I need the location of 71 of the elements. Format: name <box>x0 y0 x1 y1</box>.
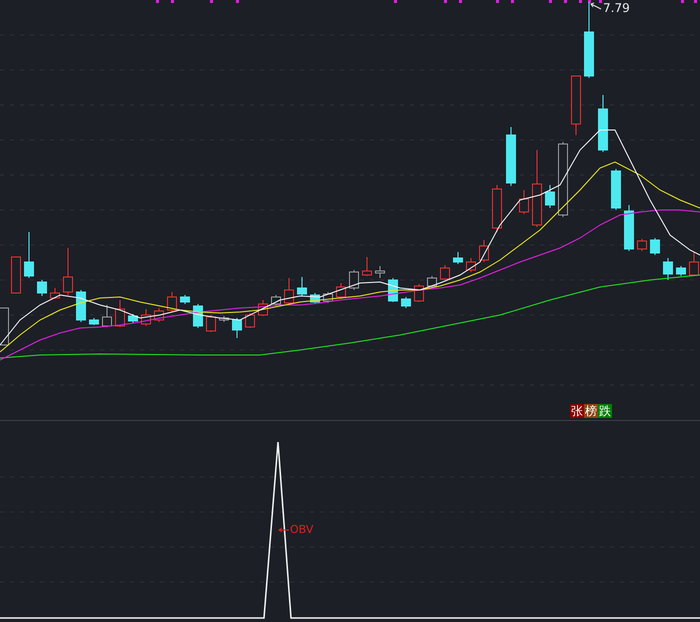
candlestick <box>362 256 372 276</box>
candlestick <box>598 94 608 152</box>
candlestick <box>154 308 164 322</box>
signal-mark <box>681 0 684 3</box>
signal-tag: 榜 <box>584 404 598 418</box>
candlestick <box>637 238 647 252</box>
candlestick <box>232 318 242 338</box>
signal-mark <box>444 0 447 3</box>
candlestick <box>206 314 216 332</box>
candlestick <box>180 294 190 304</box>
candlestick <box>492 184 502 232</box>
candlestick <box>37 280 47 296</box>
candlestick <box>128 314 138 324</box>
candlestick <box>245 312 255 328</box>
candlestick <box>219 316 229 322</box>
peak-price-label: 7.79 <box>603 1 630 15</box>
signal-mark <box>564 0 567 3</box>
candlestick <box>50 288 60 300</box>
candlestick <box>141 308 151 326</box>
signal-mark <box>579 0 582 3</box>
candlestick <box>545 184 555 208</box>
candlestick <box>271 294 281 306</box>
candlestick <box>519 190 529 214</box>
signal-mark <box>171 0 174 3</box>
candlestick <box>297 276 307 296</box>
signal-mark <box>549 0 552 3</box>
signal-mark <box>599 0 602 3</box>
candlestick <box>440 264 450 280</box>
indicator-name-label: OBV <box>290 523 314 536</box>
candlestick <box>102 304 112 328</box>
candlestick <box>624 204 634 252</box>
signal-mark <box>459 0 462 3</box>
candlestick <box>63 248 73 296</box>
signal-mark <box>236 0 239 3</box>
candlestick <box>611 168 621 210</box>
candlestick <box>401 296 411 308</box>
pointer-arrow-icon <box>278 528 290 532</box>
candlestick <box>11 256 21 294</box>
candlestick <box>453 252 463 264</box>
candlestick <box>76 290 86 322</box>
candlestick <box>89 318 99 326</box>
candlestick <box>323 292 333 304</box>
candlestick <box>414 284 424 302</box>
candlestick <box>506 126 516 186</box>
candlestick <box>349 270 359 290</box>
signal-mark <box>394 0 397 3</box>
signal-mark <box>511 0 514 3</box>
candlestick <box>479 240 489 262</box>
candlestick <box>336 282 346 300</box>
candlestick <box>466 258 476 272</box>
signal-tag: 跌 <box>598 404 612 418</box>
signal-mark <box>156 0 159 3</box>
signal-tag: 张 <box>570 404 584 418</box>
signal-mark <box>588 0 591 3</box>
candlestick <box>258 300 268 316</box>
signal-mark <box>210 0 213 3</box>
candlestick <box>375 266 385 278</box>
candlestick <box>663 258 673 280</box>
candlestick <box>193 304 203 328</box>
signal-mark <box>694 0 697 3</box>
candlestick <box>284 278 294 304</box>
signal-mark <box>496 0 499 3</box>
candlestick <box>650 238 660 256</box>
pointer-arrow-icon <box>590 2 602 10</box>
candlestick <box>24 232 34 278</box>
candlestick <box>310 292 320 304</box>
candlestick <box>427 276 437 288</box>
candlestick <box>571 76 581 136</box>
candlestick <box>676 266 686 276</box>
candlestick <box>115 300 125 328</box>
candlestick <box>167 292 177 312</box>
